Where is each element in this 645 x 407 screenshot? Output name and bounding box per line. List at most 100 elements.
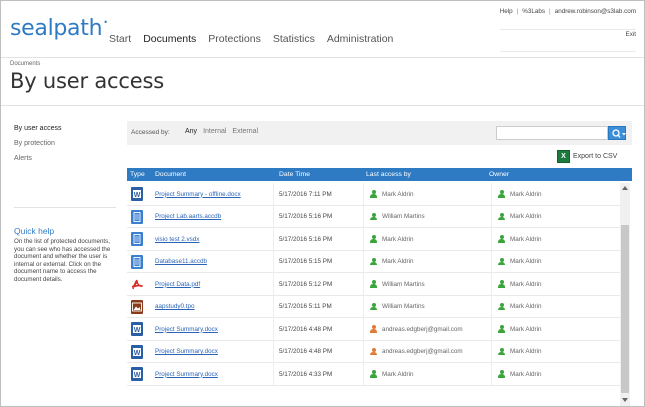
- document-link[interactable]: Database11.accdb: [155, 258, 207, 265]
- column-separator: [363, 273, 364, 295]
- column-header-date[interactable]: Date Time: [279, 171, 310, 178]
- column-header-type[interactable]: Type: [130, 171, 145, 178]
- doc-file-icon: [131, 254, 143, 269]
- user-icon: [498, 280, 505, 288]
- user-icon: [498, 370, 505, 378]
- type-cell: W: [131, 363, 143, 385]
- last-access-user: Mark Aldrin: [382, 190, 414, 198]
- date-time: 5/17/2016 5:15 PM: [279, 258, 333, 265]
- filter-option-internal[interactable]: Internal: [203, 128, 226, 135]
- table-row: W Project Summary.docx 5/17/2016 4:33 PM Ma…: [127, 363, 620, 386]
- column-separator: [491, 318, 492, 340]
- access-filter-options: Any Internal External: [185, 128, 258, 135]
- column-header-owner[interactable]: Owner: [489, 171, 509, 178]
- column-separator: [491, 363, 492, 385]
- user-icon: [498, 325, 505, 333]
- date-cell: 5/17/2016 5:16 PM: [279, 206, 332, 228]
- scroll-down-icon[interactable]: [622, 398, 628, 402]
- search-input[interactable]: [496, 126, 608, 140]
- user-icon: [370, 235, 377, 243]
- type-cell: [131, 273, 143, 295]
- date-time: 5/17/2016 7:11 PM: [279, 190, 332, 198]
- date-time: 5/17/2016 4:48 PM: [279, 348, 333, 355]
- user-icon: [370, 370, 377, 378]
- table-row: W Project Summary - offline.docx 5/17/2016…: [127, 183, 620, 206]
- quick-help-title: Quick help: [14, 226, 55, 236]
- help-link[interactable]: Help: [500, 7, 513, 29]
- sidebar-item-alerts[interactable]: Alerts: [14, 155, 114, 162]
- word-file-icon: W: [131, 344, 143, 359]
- document-link[interactable]: Project Summary.docx: [155, 348, 218, 355]
- document-link[interactable]: Project Summary.docx: [155, 371, 218, 378]
- search-button[interactable]: [608, 126, 626, 140]
- user-icon: [498, 257, 505, 266]
- column-separator: [273, 340, 274, 363]
- last-access-cell: Mark Aldrin: [370, 251, 414, 273]
- sidebar: By user access By protection Alerts: [14, 125, 114, 170]
- document-cell: Database11.accdb: [155, 251, 207, 273]
- svg-text:W: W: [134, 192, 141, 199]
- owner-user: Mark Aldrin: [510, 258, 542, 265]
- column-separator: [273, 228, 274, 250]
- search-icon: [612, 129, 626, 138]
- user-email-link[interactable]: andrew.robinson@s3lab.com: [555, 7, 636, 29]
- document-cell: Project Data.pdf: [155, 273, 200, 295]
- document-link[interactable]: aapstudy0.tpo: [155, 303, 195, 310]
- document-link[interactable]: Project Summary - offline.docx: [155, 191, 241, 198]
- documents-table: Type Document Date Time Last access by O…: [127, 168, 632, 406]
- column-separator: [273, 183, 274, 205]
- nav-item-start[interactable]: Start: [109, 33, 131, 45]
- svg-text:W: W: [134, 327, 141, 334]
- sidebar-item-by-protection[interactable]: By protection: [14, 140, 114, 147]
- last-access-cell: andreas.edgberj@gmail.com: [370, 341, 463, 363]
- filter-option-any[interactable]: Any: [185, 128, 197, 135]
- column-header-document[interactable]: Document: [155, 171, 186, 178]
- last-access-cell: Mark Aldrin: [370, 183, 414, 205]
- title-divider: [1, 105, 644, 106]
- document-link[interactable]: Project Lab.aarts.accdb: [155, 213, 221, 220]
- type-cell: [131, 251, 143, 273]
- column-separator: [491, 205, 492, 228]
- date-time: 5/17/2016 4:48 PM: [279, 325, 333, 333]
- last-access-user: andreas.edgberj@gmail.com: [382, 325, 463, 333]
- sidebar-item-by-user-access[interactable]: By user access: [14, 125, 114, 132]
- nav-item-administration[interactable]: Administration: [327, 33, 394, 45]
- nav-item-statistics[interactable]: Statistics: [273, 33, 315, 45]
- user-icon: [498, 302, 505, 311]
- table-row: visio test 2.vsdx 5/17/2016 5:16 PM Mark A…: [127, 228, 620, 251]
- date-cell: 5/17/2016 4:48 PM: [279, 318, 332, 340]
- scroll-thumb[interactable]: [621, 225, 629, 393]
- scroll-up-icon[interactable]: [622, 186, 628, 190]
- filter-bar: Accessed by: Any Internal External: [127, 121, 632, 145]
- owner-user: Mark Aldrin: [510, 213, 542, 220]
- sealpath-logo[interactable]: sealpath•: [10, 16, 108, 41]
- separator: |: [549, 8, 551, 15]
- document-cell: Project Lab.aarts.accdb: [155, 206, 221, 228]
- column-header-last-access[interactable]: Last access by: [366, 171, 411, 178]
- table-scrollbar[interactable]: [620, 183, 630, 406]
- column-separator: [491, 228, 492, 250]
- nav-item-documents[interactable]: Documents: [143, 33, 196, 45]
- type-cell: W: [131, 341, 143, 363]
- table-header: Type Document Date Time Last access by O…: [127, 168, 632, 181]
- owner-cell: Mark Aldrin: [498, 363, 542, 385]
- owner-user: Mark Aldrin: [510, 325, 542, 333]
- org-link[interactable]: %3Labs: [522, 7, 545, 29]
- breadcrumb[interactable]: Documents: [10, 61, 40, 67]
- last-access-user: Mark Aldrin: [382, 370, 414, 378]
- nav-item-protections[interactable]: Protections: [208, 33, 261, 45]
- word-file-icon: W: [131, 322, 143, 336]
- document-link[interactable]: Project Summary.docx: [155, 326, 218, 333]
- document-link[interactable]: visio test 2.vsdx: [155, 236, 199, 243]
- column-separator: [273, 295, 274, 318]
- accessed-by-label: Accessed by:: [131, 129, 170, 136]
- last-access-cell: Mark Aldrin: [370, 363, 414, 385]
- filter-option-external[interactable]: External: [232, 128, 258, 135]
- export-csv-button[interactable]: X Export to CSV: [557, 150, 617, 163]
- column-separator: [363, 205, 364, 228]
- exit-link[interactable]: Exit: [626, 30, 637, 52]
- column-separator: [363, 340, 364, 363]
- document-link[interactable]: Project Data.pdf: [155, 281, 200, 288]
- owner-user: Mark Aldrin: [510, 348, 542, 355]
- user-icon: [370, 302, 377, 311]
